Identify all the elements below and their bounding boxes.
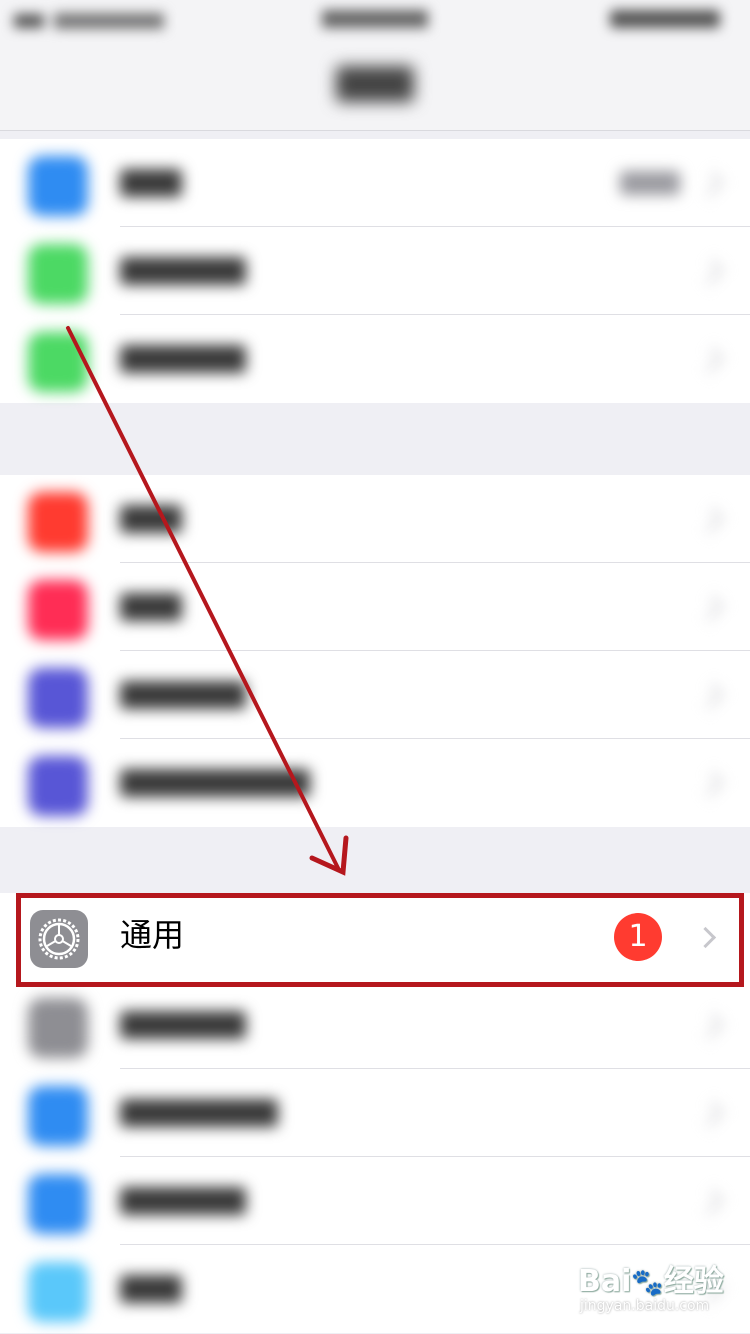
annotation-arrow (66, 326, 349, 876)
watermark-url: jingyan.baidu.com (580, 1298, 710, 1314)
watermark-logo: Bai🐾经验 (578, 1264, 724, 1299)
baidu-watermark: Bai🐾经验 jingyan.baidu.com (578, 1256, 728, 1320)
